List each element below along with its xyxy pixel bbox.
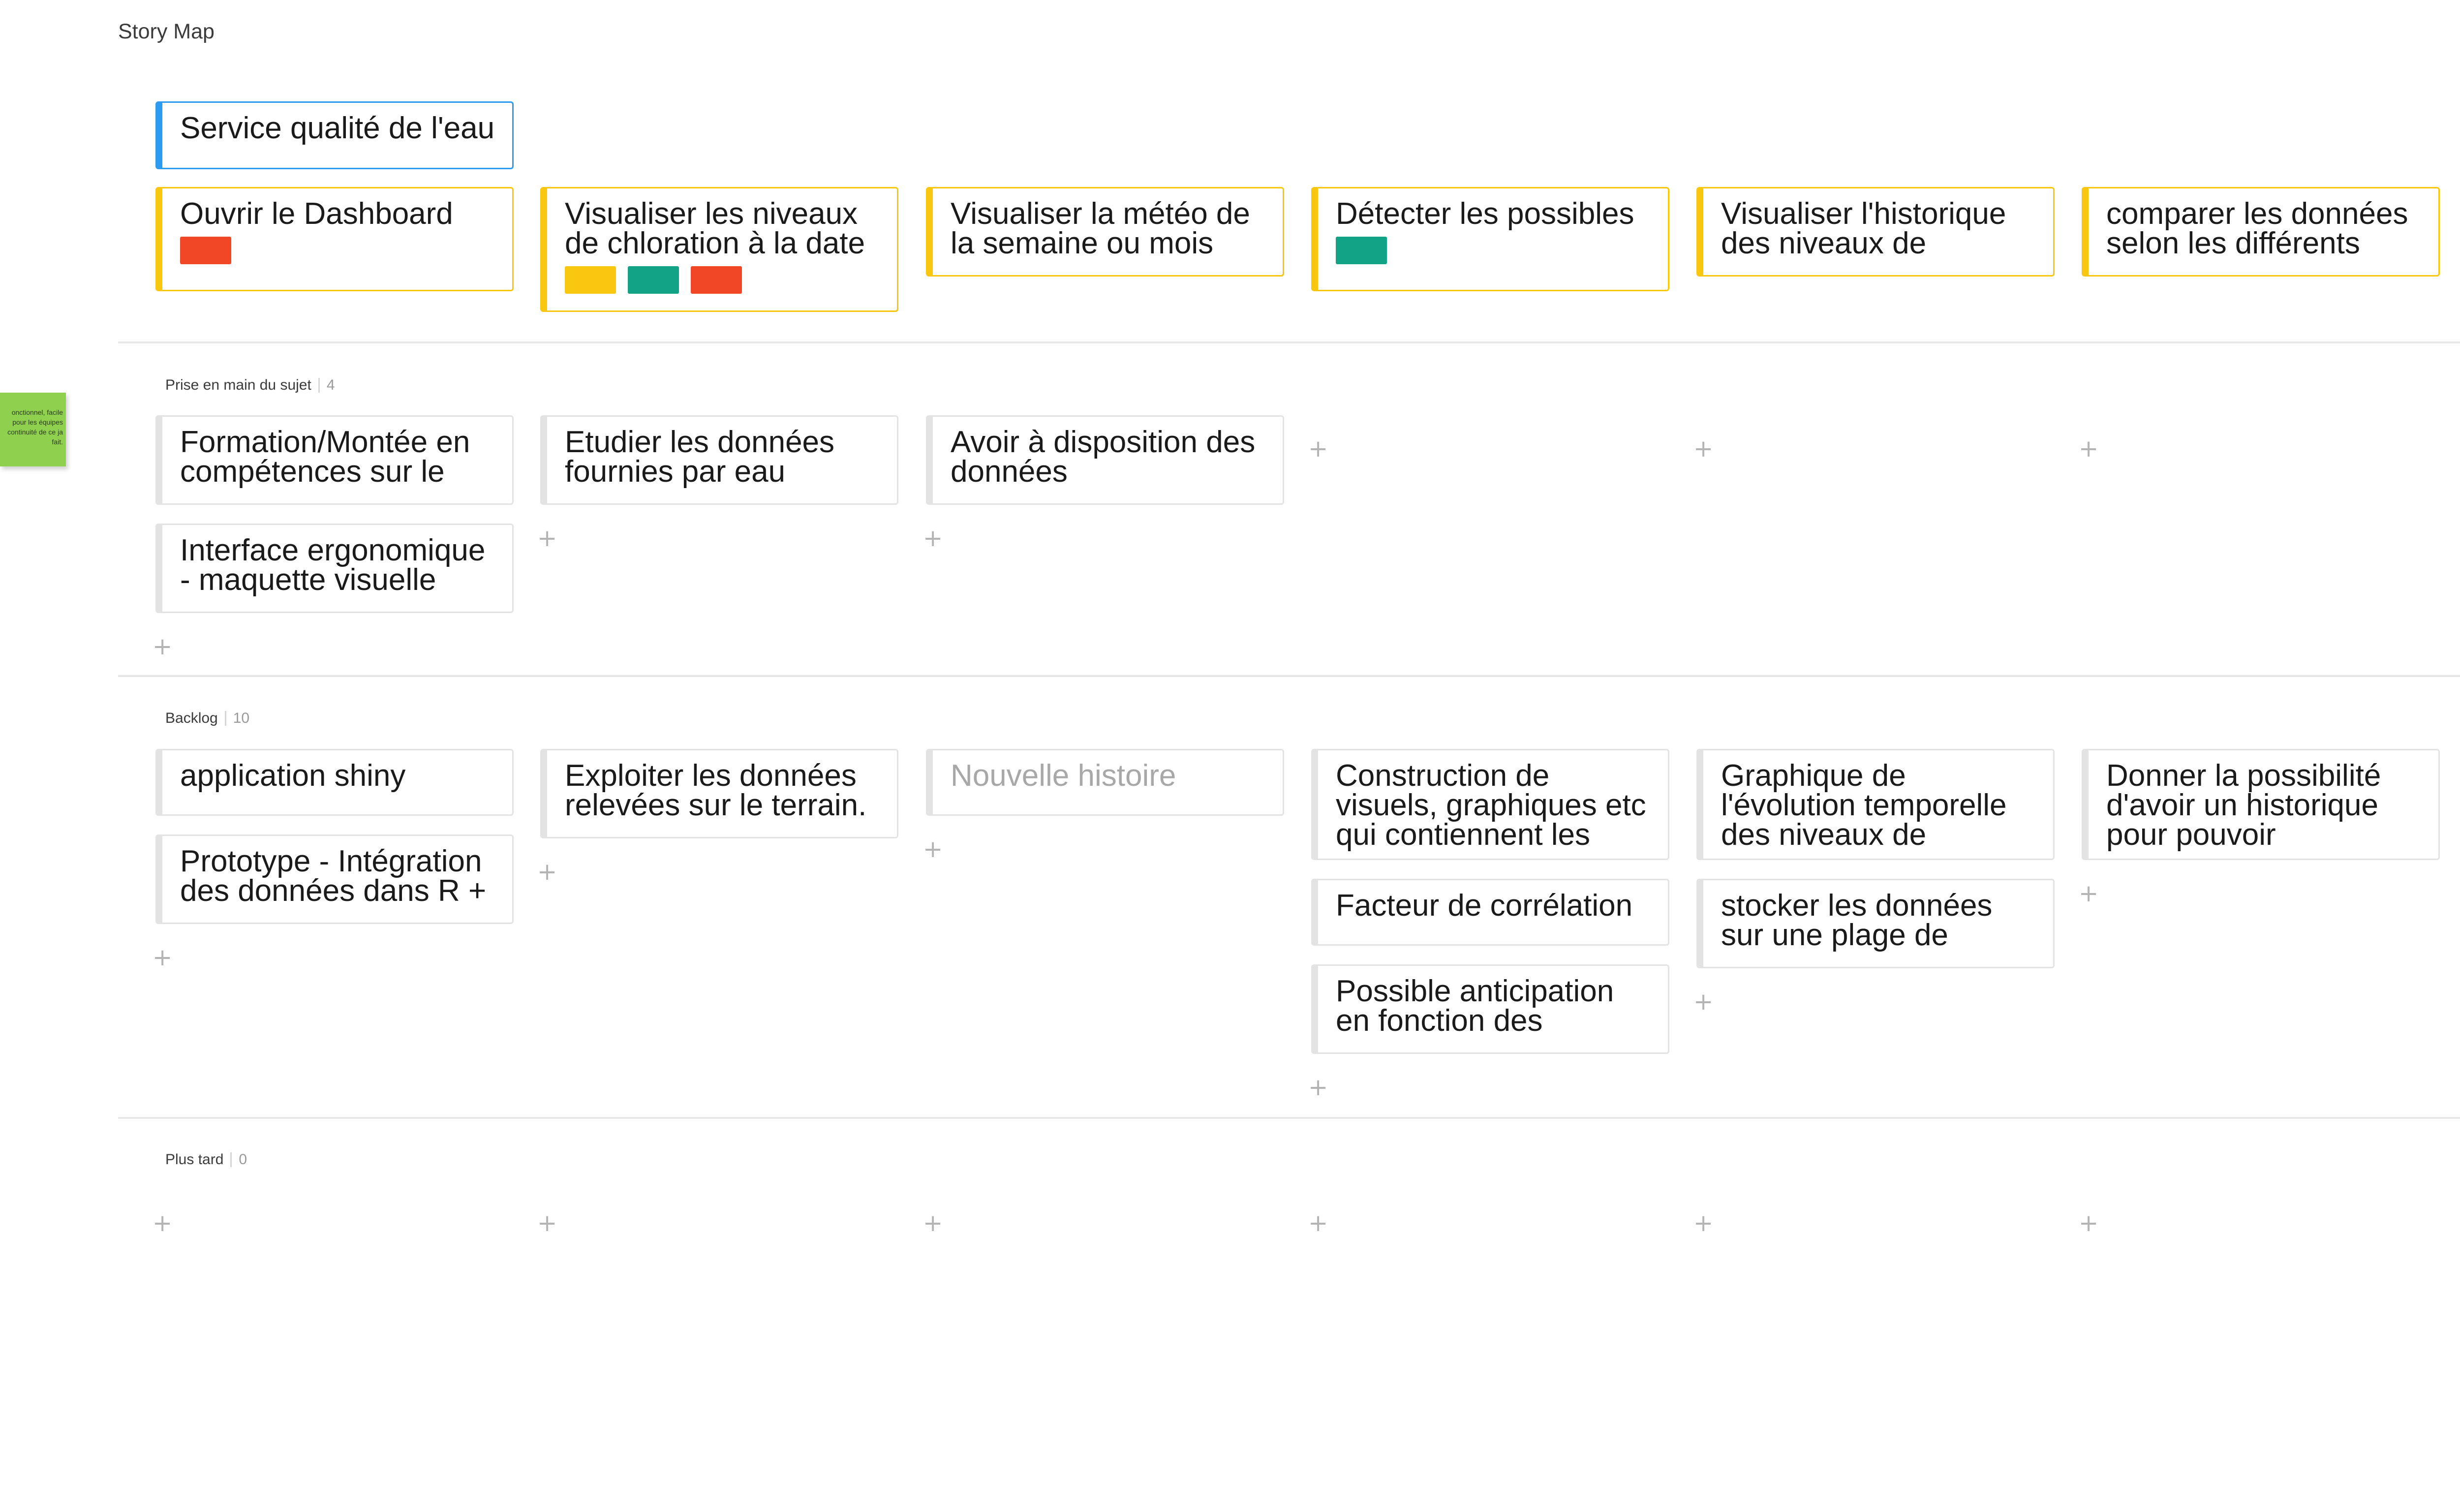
- story-card[interactable]: Avoir à disposition des données: [926, 415, 1284, 505]
- color-tag[interactable]: [691, 266, 742, 294]
- add-story-button[interactable]: +: [1693, 437, 1713, 461]
- story-card[interactable]: Formation/Montée en compétences sur le: [155, 415, 514, 505]
- add-story-button[interactable]: +: [153, 946, 172, 969]
- new-story-placeholder-label: Nouvelle histoire: [951, 759, 1176, 793]
- story-card[interactable]: Possible anticipation en fonction des: [1311, 964, 1669, 1054]
- add-story-button[interactable]: +: [923, 526, 943, 550]
- step-card-label: Visualiser la météo de la semaine ou moi…: [951, 197, 1250, 260]
- tag-list: [1336, 237, 1653, 264]
- story-card-label: Prototype - Intégration des données dans…: [180, 844, 487, 908]
- color-tag[interactable]: [628, 266, 679, 294]
- story-card[interactable]: application shiny: [155, 749, 514, 816]
- add-story-button[interactable]: +: [537, 860, 557, 884]
- sticky-note[interactable]: onctionnel, facile pour les équipes cont…: [0, 393, 66, 466]
- step-card-label: Détecter les possibles: [1336, 197, 1634, 231]
- add-story-button[interactable]: +: [537, 1211, 557, 1235]
- new-story-placeholder[interactable]: Nouvelle histoire: [926, 749, 1284, 816]
- story-card[interactable]: Exploiter les données relevées sur le te…: [540, 749, 898, 838]
- add-story-button[interactable]: +: [537, 526, 557, 550]
- add-story-button[interactable]: +: [153, 635, 172, 658]
- release-name: Backlog: [165, 710, 218, 726]
- release-header[interactable]: Prise en main du sujet 4: [165, 377, 335, 394]
- add-story-button[interactable]: +: [923, 837, 943, 861]
- step-card[interactable]: Visualiser les niveaux de chloration à l…: [540, 187, 898, 312]
- release-divider: [118, 341, 2460, 343]
- story-card-label: Exploiter les données relevées sur le te…: [565, 759, 867, 822]
- step-card-label: Visualiser l'historique des niveaux de: [1721, 197, 2006, 260]
- add-story-button[interactable]: +: [2079, 1211, 2098, 1235]
- story-card[interactable]: stocker les données sur une plage de: [1696, 879, 2055, 968]
- activity-card-label: Service qualité de l'eau: [180, 111, 495, 145]
- story-card-label: Possible anticipation en fonction des: [1336, 974, 1614, 1038]
- story-card[interactable]: Interface ergonomique - maquette visuell…: [155, 524, 514, 613]
- step-card-label: comparer les données selon les différent…: [2106, 197, 2408, 260]
- story-card-label: stocker les données sur une plage de: [1721, 889, 1993, 952]
- add-story-button[interactable]: +: [2079, 437, 2098, 461]
- story-card[interactable]: Donner la possibilité d'avoir un histori…: [2082, 749, 2440, 860]
- release-name: Prise en main du sujet: [165, 377, 311, 393]
- add-story-button[interactable]: +: [153, 1211, 172, 1235]
- release-header[interactable]: Backlog 10: [165, 710, 249, 727]
- add-story-button[interactable]: +: [1308, 1211, 1328, 1235]
- story-card[interactable]: Facteur de corrélation: [1311, 879, 1669, 946]
- add-story-button[interactable]: +: [1693, 1211, 1713, 1235]
- add-story-button[interactable]: +: [923, 1211, 943, 1235]
- color-tag[interactable]: [565, 266, 616, 294]
- page-title: Story Map: [118, 20, 215, 43]
- story-card-label: Construction de visuels, graphiques etc …: [1336, 759, 1646, 852]
- add-story-button[interactable]: +: [1308, 1076, 1328, 1099]
- story-card-label: Facteur de corrélation: [1336, 889, 1633, 923]
- story-card[interactable]: Prototype - Intégration des données dans…: [155, 834, 514, 924]
- release-name: Plus tard: [165, 1151, 224, 1168]
- tag-list: [180, 237, 497, 264]
- color-tag[interactable]: [180, 237, 231, 264]
- step-card-label: Ouvrir le Dashboard: [180, 197, 453, 231]
- release-divider: [118, 675, 2460, 677]
- release-divider: [118, 1117, 2460, 1119]
- story-card-label: Avoir à disposition des données: [951, 425, 1256, 489]
- story-card[interactable]: Etudier les données fournies par eau: [540, 415, 898, 505]
- add-story-button[interactable]: +: [1308, 437, 1328, 461]
- story-card-label: Formation/Montée en compétences sur le: [180, 425, 470, 489]
- story-card-label: Graphique de l'évolution temporelle des …: [1721, 759, 2007, 852]
- story-card-label: Interface ergonomique - maquette visuell…: [180, 533, 486, 597]
- color-tag[interactable]: [1336, 237, 1387, 264]
- step-card[interactable]: Ouvrir le Dashboard: [155, 187, 514, 291]
- story-card-label: Donner la possibilité d'avoir un histori…: [2106, 759, 2381, 852]
- step-card-label: Visualiser les niveaux de chloration à l…: [565, 197, 865, 260]
- tag-list: [565, 266, 882, 294]
- story-card[interactable]: Graphique de l'évolution temporelle des …: [1696, 749, 2055, 860]
- add-story-button[interactable]: +: [2079, 882, 2098, 905]
- step-card[interactable]: Visualiser l'historique des niveaux de: [1696, 187, 2055, 277]
- release-count: 0: [230, 1152, 247, 1167]
- story-card-label: application shiny: [180, 759, 406, 793]
- story-card-label: Etudier les données fournies par eau: [565, 425, 835, 489]
- step-card[interactable]: comparer les données selon les différent…: [2082, 187, 2440, 277]
- story-card[interactable]: Construction de visuels, graphiques etc …: [1311, 749, 1669, 860]
- activity-card[interactable]: Service qualité de l'eau: [155, 101, 514, 169]
- step-card[interactable]: Détecter les possibles: [1311, 187, 1669, 291]
- release-count: 4: [318, 378, 335, 393]
- step-card[interactable]: Visualiser la météo de la semaine ou moi…: [926, 187, 1284, 277]
- release-count: 10: [224, 711, 249, 726]
- release-header[interactable]: Plus tard 0: [165, 1151, 247, 1168]
- add-story-button[interactable]: +: [1693, 990, 1713, 1014]
- sticky-note-text: onctionnel, facile pour les équipes cont…: [7, 408, 63, 446]
